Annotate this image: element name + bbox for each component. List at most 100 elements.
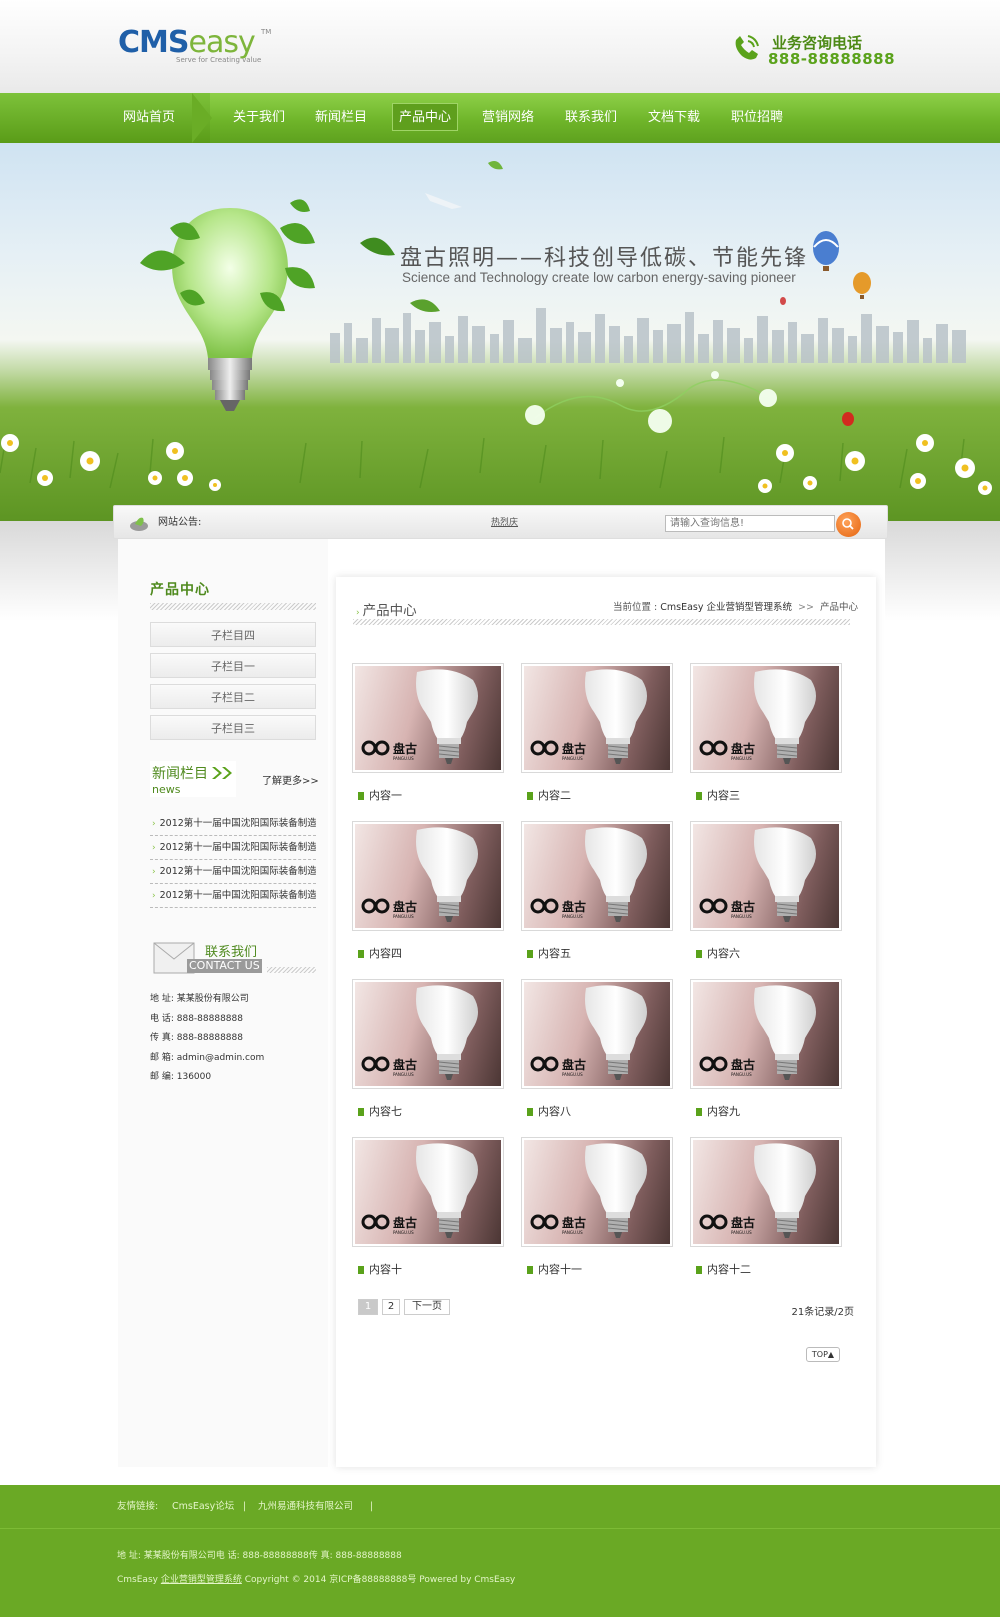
copyright-link[interactable]: 企业营销型管理系统 [161, 1575, 242, 1585]
breadcrumb-separator: >> [798, 602, 814, 613]
product-brand: 盘古 [393, 899, 417, 914]
product-image-frame[interactable]: 盘古 PANGU.US [690, 979, 842, 1089]
back-to-top-button[interactable]: TOP▲ [806, 1347, 840, 1362]
page-title-text: 产品中心 [362, 603, 417, 619]
product-brand: 盘古 [393, 1215, 417, 1230]
product-image-frame[interactable]: 盘古 PANGU.US [352, 663, 504, 773]
product-image-frame[interactable]: 盘古 PANGU.US [352, 821, 504, 931]
nav-item-products[interactable]: 产品中心 [392, 103, 459, 131]
subcategory-item[interactable]: 子栏目二 [150, 684, 316, 709]
product-card[interactable]: 盘古 PANGU.US 内容八 [521, 979, 673, 1118]
product-image-frame[interactable]: 盘古 PANGU.US [521, 1137, 673, 1247]
product-name-text: 内容八 [538, 1105, 571, 1118]
product-card[interactable]: 盘古 PANGU.US 内容十 [352, 1137, 504, 1276]
nav-item-jobs[interactable]: 职位招聘 [731, 93, 783, 143]
arrow-icon: › [152, 891, 156, 901]
product-name[interactable]: 内容九 [696, 1103, 740, 1119]
product-image-frame[interactable]: 盘古 PANGU.US [521, 979, 673, 1089]
news-list-item[interactable]: ›2012第十一届中国沈阳国际装备制造业博览会 [150, 884, 316, 908]
site-logo[interactable]: CMSeasy TM Serve for Creating value [118, 26, 278, 66]
product-brand-url: PANGU.US [731, 914, 752, 919]
page-1-button[interactable]: 1 [358, 1299, 378, 1315]
search-input[interactable] [665, 515, 835, 532]
news-list-item[interactable]: ›2012第十一届中国沈阳国际装备制造业博览会 [150, 860, 316, 884]
news-more-link[interactable]: 了解更多>> [262, 772, 319, 787]
nav-item-about[interactable]: 关于我们 [233, 93, 285, 143]
product-card[interactable]: 盘古 PANGU.US 内容四 [352, 821, 504, 960]
footer-link[interactable]: CmsEasy论坛 [172, 1485, 234, 1528]
product-name[interactable]: 内容五 [527, 945, 571, 961]
logo-wordmark: CMSeasy [118, 25, 256, 60]
footer-link-separator: | [370, 1501, 374, 1512]
product-brand: 盘古 [562, 1215, 586, 1230]
footer-link-separator: | [243, 1501, 247, 1512]
news-item-title: 2012第十一届中国沈阳国际装备制造业博览会 [159, 890, 316, 901]
news-list-item[interactable]: ›2012第十一届中国沈阳国际装备制造业博览会 [150, 812, 316, 836]
banner-subtitle: Science and Technology create low carbon… [402, 270, 796, 285]
nav-item-news[interactable]: 新闻栏目 [315, 93, 367, 143]
product-image-frame[interactable]: 盘古 PANGU.US [521, 663, 673, 773]
footer-link[interactable]: 九州易通科技有限公司 [258, 1485, 353, 1528]
subcategory-item[interactable]: 子栏目三 [150, 715, 316, 740]
contact-section-header: 联系我们 CONTACT US [153, 939, 316, 979]
product-image-frame[interactable]: 盘古 PANGU.US [690, 663, 842, 773]
product-card[interactable]: 盘古 PANGU.US 内容九 [690, 979, 842, 1118]
product-name[interactable]: 内容十二 [696, 1261, 751, 1277]
product-image-frame[interactable]: 盘古 PANGU.US [521, 821, 673, 931]
product-card[interactable]: 盘古 PANGU.US 内容三 [690, 663, 842, 802]
product-card[interactable]: 盘古 PANGU.US 内容十二 [690, 1137, 842, 1276]
nav-item-contact[interactable]: 联系我们 [565, 93, 617, 143]
product-image-frame[interactable]: 盘古 PANGU.US [690, 1137, 842, 1247]
nav-item-downloads[interactable]: 文档下载 [648, 93, 700, 143]
breadcrumb-prefix: 当前位置 : [612, 602, 658, 613]
nav-home-bg [0, 93, 210, 143]
subcategory-item[interactable]: 子栏目四 [150, 622, 316, 647]
product-name-text: 内容三 [707, 789, 740, 802]
product-name[interactable]: 内容四 [358, 945, 402, 961]
product-image-frame[interactable]: 盘古 PANGU.US [352, 1137, 504, 1247]
nav-item-marketing[interactable]: 营销网络 [482, 93, 534, 143]
notice-scroll-text[interactable]: 热烈庆 [491, 506, 518, 540]
product-name[interactable]: 内容二 [527, 787, 571, 803]
search-button[interactable] [836, 512, 861, 537]
news-subtitle: news [152, 783, 181, 796]
nav-item-home[interactable]: 网站首页 [123, 93, 175, 143]
news-item-title: 2012第十一届中国沈阳国际装备制造业博览会 [159, 842, 316, 853]
product-brand: 盘古 [562, 741, 586, 756]
led-bulb-image: 盘古PANGU.US [699, 669, 816, 764]
sidebar-title-divider [150, 603, 316, 610]
next-page-button[interactable]: 下一页 [404, 1299, 450, 1315]
product-brand-url: PANGU.US [562, 914, 583, 919]
hero-banner: 盘古照明——科技创导低碳、节能先锋 Science and Technology… [0, 143, 1000, 521]
product-card[interactable]: 盘古 PANGU.US 内容七 [352, 979, 504, 1118]
notice-label: 网站公告: [158, 517, 202, 528]
product-brand-url: PANGU.US [562, 1072, 583, 1077]
footer-links-bar: 友情链接: CmsEasy论坛 | 九州易通科技有限公司 | [0, 1485, 1000, 1528]
subcategory-item[interactable]: 子栏目一 [150, 653, 316, 678]
footer-copyright: CmsEasy 企业营销型管理系统 Copyright © 2014 京ICP备… [117, 1572, 515, 1585]
product-card[interactable]: 盘古 PANGU.US 内容五 [521, 821, 673, 960]
product-name-text: 内容十一 [538, 1263, 582, 1276]
product-name[interactable]: 内容十 [358, 1261, 402, 1277]
product-name[interactable]: 内容一 [358, 787, 402, 803]
news-list-item[interactable]: ›2012第十一届中国沈阳国际装备制造业博览会 [150, 836, 316, 860]
product-card[interactable]: 盘古 PANGU.US 内容十一 [521, 1137, 673, 1276]
product-name[interactable]: 内容十一 [527, 1261, 582, 1277]
product-image-frame[interactable]: 盘古 PANGU.US [690, 821, 842, 931]
record-count: 21条记录/2页 [791, 1307, 854, 1318]
product-name-text: 内容十 [369, 1263, 402, 1276]
product-name[interactable]: 内容六 [696, 945, 740, 961]
product-image-frame[interactable]: 盘古 PANGU.US [352, 979, 504, 1089]
breadcrumb-home-link[interactable]: CmsEasy 企业营销型管理系统 [660, 602, 792, 613]
product-name[interactable]: 内容八 [527, 1103, 571, 1119]
product-card[interactable]: 盘古 PANGU.US 内容二 [521, 663, 673, 802]
product-name[interactable]: 内容三 [696, 787, 740, 803]
banner-title: 盘古照明——科技创导低碳、节能先锋 [400, 246, 809, 271]
product-name-text: 内容九 [707, 1105, 740, 1118]
page-2-button[interactable]: 2 [382, 1299, 400, 1315]
product-card[interactable]: 盘古 PANGU.US 内容六 [690, 821, 842, 960]
led-bulb-image: 盘古PANGU.US [361, 985, 478, 1080]
bullet-icon [358, 1266, 364, 1274]
product-card[interactable]: 盘古 PANGU.US 内容一 [352, 663, 504, 802]
product-name[interactable]: 内容七 [358, 1103, 402, 1119]
